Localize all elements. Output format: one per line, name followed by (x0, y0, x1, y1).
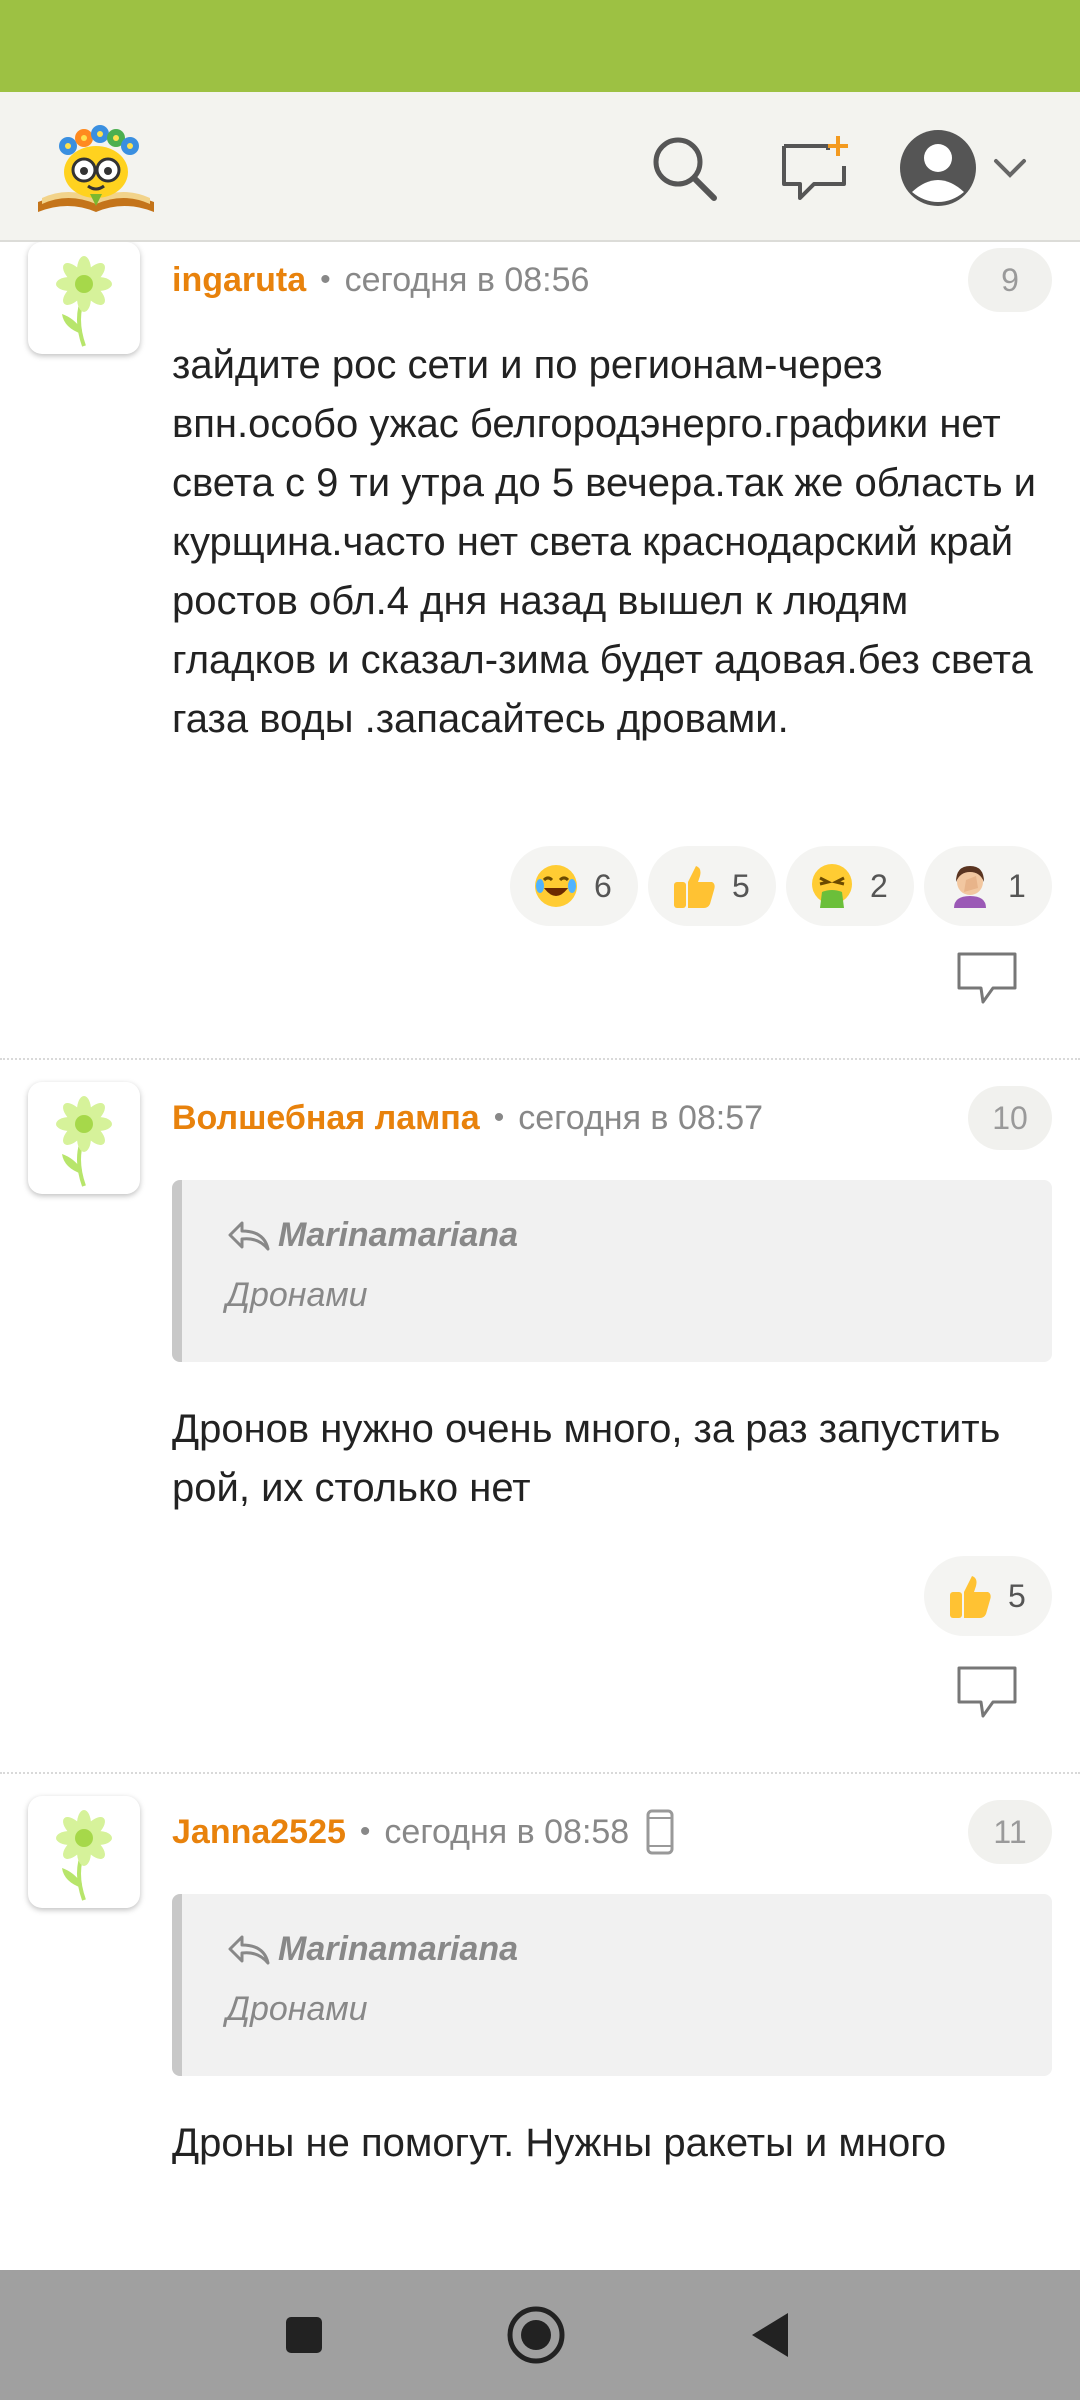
search-icon[interactable] (640, 124, 728, 212)
comment-meta: Janna2525 • сегодня в 08:58 (172, 1802, 675, 1862)
vomiting-emoji-icon (808, 862, 856, 910)
reaction-button[interactable]: 1 (924, 846, 1052, 926)
quote-text: Дронами (226, 1276, 368, 1314)
reaction-button[interactable]: 6 (510, 846, 638, 926)
thumbs-up-emoji-icon (670, 862, 718, 910)
comment-meta: ingaruta • сегодня в 08:56 (172, 250, 589, 310)
user-avatar[interactable] (28, 242, 140, 354)
quote-author: Marinamariana (226, 1930, 518, 1969)
laughing-emoji-icon (532, 862, 580, 910)
reactions-bar: 6 5 2 1 (510, 846, 1052, 926)
comment-number[interactable]: 10 (968, 1086, 1052, 1150)
reaction-count: 1 (1008, 867, 1026, 904)
quote-author: Marinamariana (226, 1216, 518, 1255)
quote-text: Дронами (226, 1990, 368, 2028)
quote-author-name: Marinamariana (278, 1930, 518, 1968)
system-navigation-bar (0, 2270, 1080, 2400)
reaction-button[interactable]: 2 (786, 846, 914, 926)
chevron-down-icon (992, 156, 1028, 180)
reaction-button[interactable]: 5 (924, 1556, 1052, 1636)
reaction-count: 5 (1008, 1577, 1026, 1614)
comment-feed: ingaruta • сегодня в 08:56 9 зайдите рос… (0, 242, 1080, 2270)
reaction-count: 2 (870, 867, 888, 904)
reaction-count: 5 (732, 867, 750, 904)
comment-item: Janna2525 • сегодня в 08:58 11 Marinamar (0, 1796, 1080, 2270)
profile-menu[interactable] (898, 120, 1048, 216)
reply-arrow-icon (226, 1219, 270, 1253)
comment-time[interactable]: сегодня в 08:56 (345, 261, 590, 300)
comment-item: Волшебная лампа • сегодня в 08:57 10 Mar… (0, 1082, 1080, 1772)
new-post-icon[interactable] (770, 124, 858, 212)
status-bar (0, 0, 1080, 92)
reply-icon[interactable] (955, 950, 1019, 1006)
home-icon[interactable] (496, 2295, 576, 2375)
top-bar (0, 92, 1080, 242)
comment-author[interactable]: ingaruta (172, 261, 306, 300)
separator-dot: • (493, 1101, 505, 1134)
comment-number[interactable]: 9 (968, 248, 1052, 312)
quote-author-name: Marinamariana (278, 1216, 518, 1254)
recent-apps-icon[interactable] (264, 2295, 344, 2375)
comment-time[interactable]: сегодня в 08:58 (384, 1813, 629, 1852)
comment-meta: Волшебная лампа • сегодня в 08:57 (172, 1088, 763, 1148)
reactions-bar: 5 (924, 1556, 1052, 1636)
thumbs-up-emoji-icon (946, 1572, 994, 1620)
reply-arrow-icon (226, 1933, 270, 1967)
user-avatar[interactable] (28, 1082, 140, 1194)
profile-avatar-icon (898, 128, 978, 208)
reply-icon[interactable] (955, 1664, 1019, 1720)
facepalm-emoji-icon (946, 862, 994, 910)
comment-time[interactable]: сегодня в 08:57 (518, 1099, 763, 1138)
reaction-button[interactable]: 5 (648, 846, 776, 926)
quoted-comment[interactable]: Marinamariana Дронами (172, 1180, 1052, 1362)
comment-text: Дроны не помогут. Нужны ракеты и много (172, 2121, 947, 2165)
comment-author[interactable]: Janna2525 (172, 1813, 346, 1852)
logo-icon[interactable] (32, 110, 160, 222)
comment-text: зайдите рос сети и по регионам-через впн… (172, 343, 1037, 741)
comment-item: ingaruta • сегодня в 08:56 9 зайдите рос… (0, 242, 1080, 1058)
comment-number[interactable]: 11 (968, 1800, 1052, 1864)
comment-divider (0, 1772, 1080, 1774)
comment-text: Дронов нужно очень много, за раз запусти… (172, 1407, 1001, 1510)
separator-dot: • (320, 263, 331, 296)
back-icon[interactable] (730, 2295, 810, 2375)
mobile-device-icon (645, 1808, 675, 1856)
comment-divider (0, 1058, 1080, 1060)
reaction-count: 6 (594, 867, 612, 904)
quoted-comment[interactable]: Marinamariana Дронами (172, 1894, 1052, 2076)
user-avatar[interactable] (28, 1796, 140, 1908)
comment-author[interactable]: Волшебная лампа (172, 1099, 480, 1138)
separator-dot: • (359, 1815, 371, 1848)
